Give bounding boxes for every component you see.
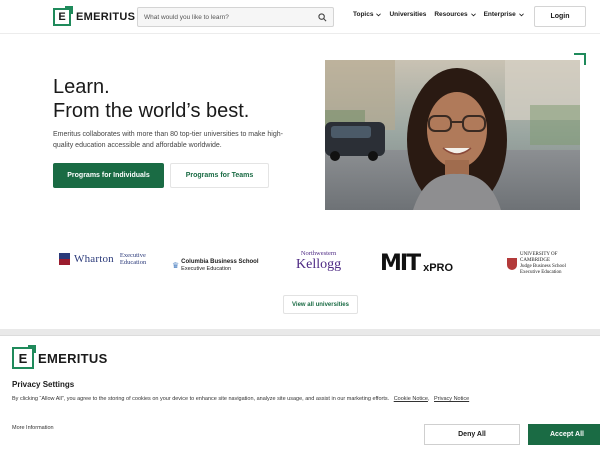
columbia-name: Columbia Business School (181, 259, 259, 265)
wharton-name: Wharton (74, 253, 114, 265)
wharton-sub2: Education (119, 259, 147, 266)
privacy-body: By clicking “Allow All”, you agree to th… (12, 396, 390, 402)
hero-photo (325, 60, 580, 210)
chevron-down-icon (470, 12, 476, 16)
logo-text: EMERITUS (76, 10, 136, 23)
top-header: E EMERITUS Topics Universities Resources (0, 0, 600, 34)
nav-enterprise-label: Enterprise (483, 11, 516, 18)
nav-resources[interactable]: Resources (434, 11, 476, 18)
view-all-universities-button[interactable]: View all universities (283, 295, 358, 314)
accept-all-button[interactable]: Accept All (528, 424, 600, 445)
cookie-notice-link[interactable]: Cookie Notice (394, 396, 428, 402)
kellogg-logo[interactable]: Northwestern Kellogg (296, 250, 341, 272)
wharton-crest-icon (58, 252, 71, 266)
cambridge-logo[interactable]: UNIVERSITY OF CAMBRIDGE Judge Business S… (507, 252, 566, 276)
mit-xpro-logo[interactable]: MIT xPRO (380, 253, 453, 275)
hero-title-line1: Learn. (53, 76, 110, 98)
programs-for-teams-button[interactable]: Programs for Teams (170, 163, 269, 188)
cambridge-line4: Executive Education (520, 270, 562, 275)
wharton-logo[interactable]: Wharton Executive Education (58, 252, 146, 266)
hero-photo-illustration (325, 60, 580, 210)
main-nav: Topics Universities Resources Enterprise (353, 11, 524, 18)
privacy-settings-title: Privacy Settings (12, 380, 75, 389)
page: E EMERITUS Topics Universities Resources (0, 0, 600, 450)
cambridge-shield-icon (507, 258, 517, 270)
programs-for-individuals-button[interactable]: Programs for Individuals (53, 163, 164, 188)
wharton-subtitle: Executive Education (120, 252, 146, 266)
login-button[interactable]: Login (534, 6, 586, 27)
search-bar[interactable] (137, 7, 334, 27)
privacy-text: By clicking “Allow All”, you agree to th… (12, 396, 592, 402)
nav-topics-label: Topics (353, 11, 374, 18)
deny-all-button[interactable]: Deny All (424, 424, 520, 445)
hero-description: Emeritus collaborates with more than 80 … (53, 131, 283, 149)
wharton-sub1: Executive (119, 252, 146, 259)
nav-topics[interactable]: Topics (353, 11, 382, 18)
logo-mark-icon: E (53, 5, 73, 26)
hero-title-line2: From the world’s best. (53, 100, 250, 122)
link-separator: , (427, 396, 430, 402)
nav-universities[interactable]: Universities (389, 11, 426, 18)
cookie-banner-logo: E EMERITUS (12, 345, 108, 369)
search-input[interactable] (144, 13, 318, 21)
chevron-down-icon (518, 12, 524, 16)
xpro-label: xPRO (423, 262, 454, 274)
logo-mark-icon: E (12, 345, 36, 369)
kellogg-line1: Northwestern (300, 250, 337, 257)
columbia-text: Columbia Business School Executive Educa… (181, 259, 258, 272)
hero-title: Learn. From the world’s best. (53, 75, 249, 123)
nav-resources-label: Resources (434, 11, 468, 18)
columbia-crown-icon: ♛ (172, 261, 180, 270)
university-logos: Wharton Executive Education ♛ Columbia B… (0, 245, 600, 285)
emeritus-logo[interactable]: E EMERITUS (53, 5, 136, 26)
cookie-banner: E EMERITUS Privacy Settings By clicking … (0, 335, 600, 450)
cambridge-text: UNIVERSITY OF CAMBRIDGE Judge Business S… (520, 252, 566, 276)
mit-wordmark: MIT (380, 251, 421, 276)
search-icon[interactable] (318, 12, 327, 22)
kellogg-line2: Kellogg (296, 257, 342, 272)
cookie-logo-text: EMERITUS (38, 350, 108, 366)
columbia-sub: Executive Education (181, 265, 232, 272)
nav-universities-label: Universities (389, 11, 427, 18)
nav-enterprise[interactable]: Enterprise (484, 11, 524, 18)
chevron-down-icon (376, 12, 382, 16)
columbia-logo[interactable]: ♛ Columbia Business School Executive Edu… (172, 259, 259, 272)
more-information-link[interactable]: More Information (12, 425, 54, 431)
privacy-notice-link[interactable]: Privacy Notice (434, 396, 469, 402)
